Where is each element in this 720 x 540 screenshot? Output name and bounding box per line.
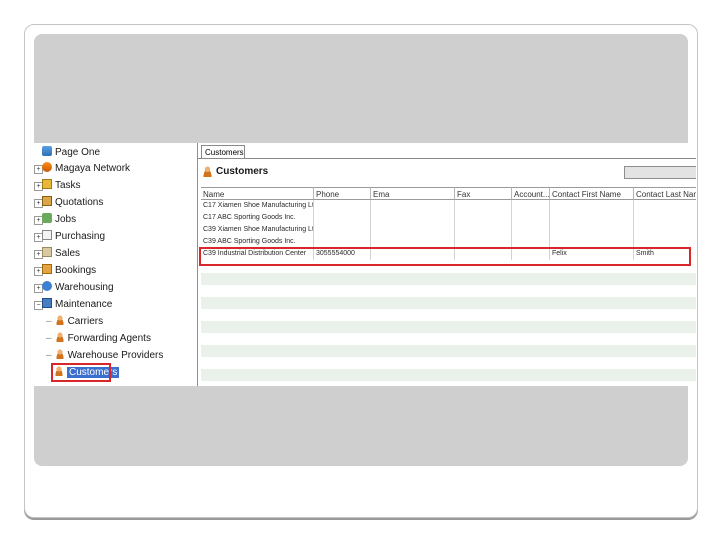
tree-item-jobs[interactable]: Jobs	[42, 212, 76, 228]
sales-icon	[42, 247, 52, 257]
empty-row	[201, 357, 696, 369]
tree-item-forwarding-agents[interactable]: – Forwarding Agents	[46, 331, 151, 347]
maintenance-icon	[42, 298, 52, 308]
empty-row	[201, 369, 696, 381]
search-input[interactable]	[624, 166, 696, 179]
person-icon	[54, 315, 65, 325]
tree-item-label: Maintenance	[55, 299, 113, 310]
page-icon	[42, 146, 52, 156]
tree-item-warehousing[interactable]: Warehousing	[42, 280, 114, 296]
empty-row	[201, 285, 696, 297]
highlight-box-customers	[51, 363, 111, 382]
jobs-icon	[42, 213, 52, 223]
empty-row	[201, 333, 696, 345]
tree-item-carriers[interactable]: – Carriers	[46, 314, 103, 330]
tree-item-label: Quotations	[55, 197, 104, 208]
tree-item-label: Jobs	[55, 214, 77, 225]
tab-customers[interactable]: Customers	[201, 145, 245, 158]
panel-header: Customers	[198, 161, 696, 183]
column-header-account[interactable]: Account...	[512, 187, 550, 200]
table-row[interactable]: C17 ABC Sporting Goods Inc.	[201, 212, 696, 224]
bookings-icon	[42, 264, 52, 274]
cell-name: C17 Xiamen Shoe Manufacturing Ltd	[201, 200, 314, 212]
quotations-icon	[42, 196, 52, 206]
network-icon	[42, 162, 52, 172]
tree-item-label: Magaya Network	[55, 163, 131, 174]
table-row[interactable]: C39 Xiamen Shoe Manufacturing Ltd	[201, 224, 696, 236]
table-row[interactable]: C17 Xiamen Shoe Manufacturing Ltd	[201, 200, 696, 212]
tree-item-magaya-network[interactable]: Magaya Network	[42, 161, 130, 177]
tasks-icon	[42, 179, 52, 189]
tree-item-quotations[interactable]: Quotations	[42, 195, 103, 211]
column-header-email[interactable]: Ema	[371, 187, 455, 200]
tree-item-label: Warehouse Providers	[67, 350, 164, 361]
cell-name: C39 Xiamen Shoe Manufacturing Ltd	[201, 224, 314, 236]
purchasing-icon	[42, 230, 52, 240]
tree-item-label: Tasks	[55, 180, 81, 191]
column-header-name[interactable]: Name	[201, 187, 314, 200]
tree-item-label: Bookings	[55, 265, 97, 276]
column-header-contact-first-name[interactable]: Contact First Name	[550, 187, 634, 200]
column-header-phone[interactable]: Phone	[314, 187, 371, 200]
column-header-contact-last-name[interactable]: Contact Last Name	[634, 187, 696, 200]
column-header-fax[interactable]: Fax	[455, 187, 512, 200]
cell-phone	[314, 200, 371, 212]
person-icon	[54, 332, 65, 342]
person-icon	[54, 349, 65, 359]
person-icon	[202, 166, 213, 177]
tree-item-tasks[interactable]: Tasks	[42, 178, 81, 194]
highlight-box-row	[199, 247, 691, 266]
tree-item-maintenance[interactable]: Maintenance	[42, 297, 112, 313]
tree-item-label: Forwarding Agents	[67, 333, 151, 344]
tree-item-purchasing[interactable]: Purchasing	[42, 229, 105, 245]
navigation-tree: Page One + Magaya Network + Tasks + Quot…	[34, 143, 197, 386]
tree-item-sales[interactable]: Sales	[42, 246, 80, 262]
app-screenshot: Page One + Magaya Network + Tasks + Quot…	[34, 143, 696, 386]
tree-item-bookings[interactable]: Bookings	[42, 263, 96, 279]
empty-row	[201, 309, 696, 321]
empty-row	[201, 273, 696, 285]
warehousing-icon	[42, 281, 52, 291]
tree-item-label: Purchasing	[55, 231, 106, 242]
customers-pane: Customers Customers Name Phone Ema Fax A…	[197, 143, 696, 386]
cell-name: C17 ABC Sporting Goods Inc.	[201, 212, 314, 224]
tree-item-label: Warehousing	[55, 282, 114, 293]
panel-title: Customers	[216, 166, 269, 177]
tree-item-warehouse-providers[interactable]: – Warehouse Providers	[46, 348, 163, 364]
tree-item-label: Carriers	[67, 316, 104, 327]
empty-row	[201, 345, 696, 357]
tree-item-label: Sales	[55, 248, 81, 259]
empty-row	[201, 321, 696, 333]
tree-item-page-one[interactable]: Page One	[42, 145, 100, 161]
tree-item-label: Page One	[55, 147, 101, 158]
empty-row	[201, 297, 696, 309]
